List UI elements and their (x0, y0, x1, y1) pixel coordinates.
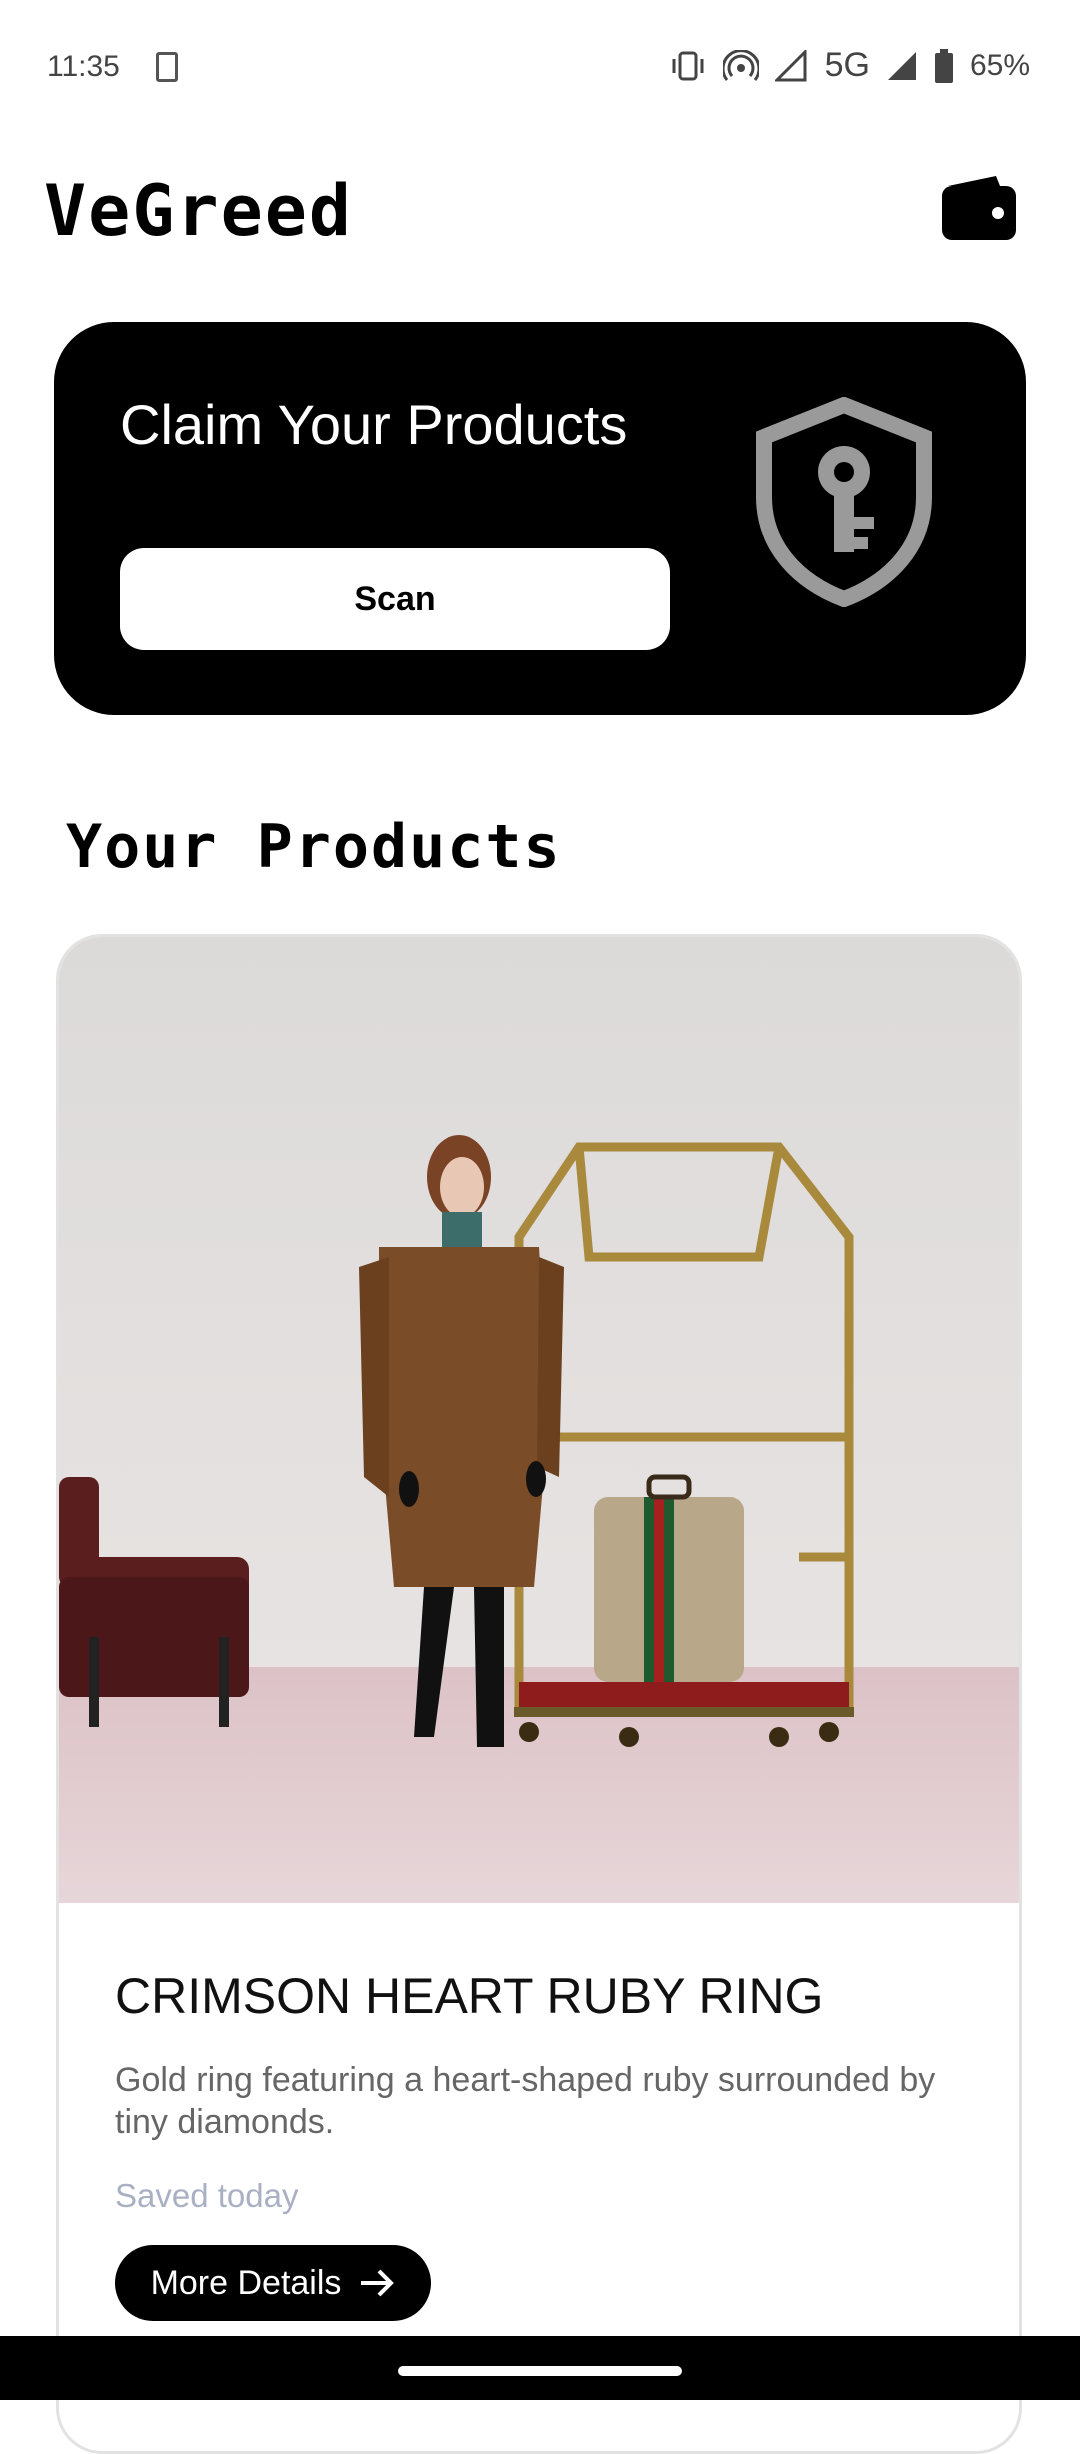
network-type: 5G (824, 46, 870, 84)
home-gesture-handle[interactable] (398, 2366, 682, 2376)
signal-icon (887, 51, 916, 80)
battery-percent: 65% (969, 48, 1030, 82)
product-card[interactable]: CRIMSON HEART RUBY RING Gold ring featur… (56, 934, 1022, 2454)
section-title: Your Products (66, 812, 562, 882)
product-saved-date: Saved today (115, 2177, 299, 2214)
product-description: Gold ring featuring a heart-shaped ruby … (115, 2061, 936, 2141)
wallet-icon (942, 176, 1016, 240)
claim-title: Claim Your Products (120, 393, 628, 456)
status-time: 11:35 (47, 50, 120, 83)
more-details-button[interactable]: More Details (115, 2245, 431, 2321)
arrow-right-icon (361, 2269, 395, 2297)
product-name: CRIMSON HEART RUBY RING (115, 1968, 824, 2024)
claim-card: Claim Your Products Scan (54, 322, 1026, 715)
status-icons: 5G 65% (669, 46, 1030, 85)
shield-key-icon (756, 397, 932, 607)
product-image (59, 937, 1019, 1903)
hotspot-icon (722, 49, 759, 81)
sim-card-icon (156, 52, 178, 82)
more-details-label: More Details (150, 2263, 342, 2302)
signal-outline-icon (774, 49, 807, 81)
app-logo: VeGreed (44, 170, 354, 252)
status-bar: 11:35 5G 65% (0, 0, 1080, 135)
scan-button[interactable]: Scan (120, 548, 670, 650)
battery-icon (934, 48, 953, 83)
vibrate-icon (672, 51, 704, 80)
wallet-button[interactable] (940, 174, 1018, 242)
